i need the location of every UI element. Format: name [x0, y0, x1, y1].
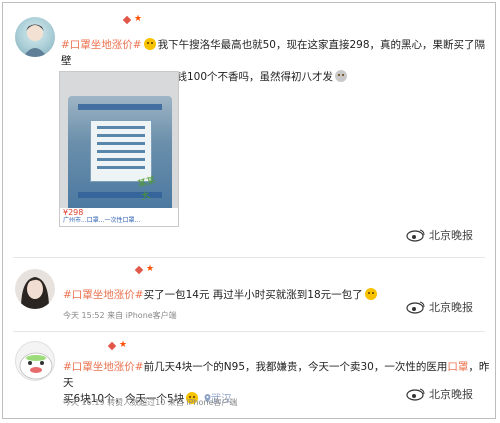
watermark-text: 北京晚报 [429, 229, 473, 242]
avatar[interactable] [15, 269, 55, 309]
post-body-text: 买了一包14元 再过半小时买就涨到18元一包了 [143, 289, 363, 301]
price-text: ¥298 [63, 208, 84, 217]
watermark-text: 北京晚报 [429, 388, 473, 401]
hot-icon: ★ [134, 14, 143, 24]
screenshot-frame: ★ #口罩坐地涨价# 我下午搜洛华最高也就50，现在这家直接298，真的黑心，果断… [2, 2, 496, 419]
divider [13, 331, 485, 332]
watermark: 北京晚报 [406, 299, 473, 315]
avatar-photo-icon [21, 277, 49, 309]
smile-emoji-icon [143, 38, 156, 50]
post-meta: 今天 15:52 来自 iPhone客户端 [63, 311, 177, 320]
avatar[interactable] [15, 341, 55, 381]
flag-icon [107, 341, 117, 351]
mask-package-image: 某某大 [68, 96, 172, 212]
watermark: 北京晚报 [406, 386, 473, 402]
weibo-logo-icon [406, 229, 425, 242]
post-meta: 今天 16:19 转赞人数超过10 来自 iPhone客户端 [63, 398, 238, 407]
flag-icon [122, 15, 132, 25]
package-label [90, 120, 152, 182]
topic-link[interactable]: #口罩坐地涨价# [63, 361, 144, 373]
avatar[interactable] [15, 17, 55, 57]
weibo-logo-icon [406, 301, 425, 314]
topic-link[interactable]: #口罩坐地涨价# [63, 289, 144, 301]
post-image[interactable]: 某某大 ¥298 广州市...口罩...一次性口罩... [59, 71, 179, 227]
product-caption: 广州市...口罩...一次性口罩... [63, 217, 141, 224]
watermark: 北京晚报 [406, 227, 473, 243]
divider [13, 257, 485, 258]
keyword-link[interactable]: 口罩 [447, 361, 468, 373]
hot-icon: ★ [119, 340, 128, 350]
price-bar: ¥298 广州市...口罩...一次性口罩... [60, 208, 178, 226]
flag-icon [134, 265, 144, 275]
hot-icon: ★ [146, 264, 155, 274]
smile-emoji-icon [335, 70, 348, 82]
post-body-text: 前几天4块一个的N95，我都嫌贵，今天一个卖30，一次性的医用 [143, 361, 448, 373]
weibo-logo-icon [406, 388, 425, 401]
topic-link[interactable]: #口罩坐地涨价# [61, 39, 142, 51]
cartoon-avatar-icon [19, 352, 53, 380]
avatar-illustration-icon [23, 24, 47, 57]
watermark-text: 北京晚报 [429, 301, 473, 314]
smile-emoji-icon [364, 288, 377, 300]
